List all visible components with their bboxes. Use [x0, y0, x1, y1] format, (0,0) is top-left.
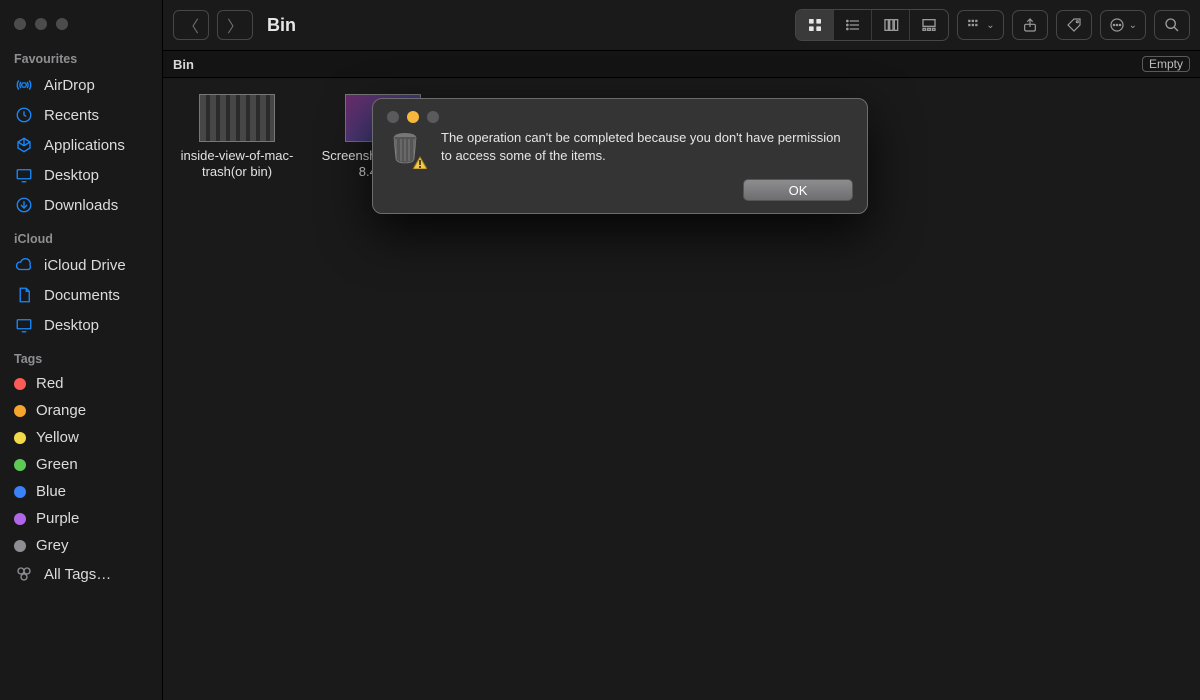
sidebar-item-label: All Tags… [44, 566, 111, 583]
sidebar-item-label: AirDrop [44, 77, 95, 94]
sidebar-tag-green[interactable]: Green [0, 451, 162, 478]
tag-dot-icon [14, 486, 26, 498]
chevron-down-icon: ⌄ [1129, 20, 1137, 31]
tag-dot-icon [14, 540, 26, 552]
share-button[interactable] [1012, 10, 1048, 40]
sidebar: Favourites AirDrop Recents Applications … [0, 0, 162, 700]
sidebar-item-label: Downloads [44, 197, 118, 214]
sidebar-item-label: Orange [36, 402, 86, 419]
favourites-header: Favourites [0, 40, 162, 70]
sidebar-tag-yellow[interactable]: Yellow [0, 424, 162, 451]
tag-dot-icon [14, 459, 26, 471]
ok-button[interactable]: OK [743, 179, 853, 201]
sidebar-item-label: Yellow [36, 429, 79, 446]
sidebar-item-desktop[interactable]: Desktop [0, 160, 162, 190]
tags-button[interactable] [1056, 10, 1092, 40]
desktop-icon [14, 315, 34, 335]
action-menu-button[interactable]: ⌄ [1100, 10, 1146, 40]
downloads-icon [14, 195, 34, 215]
dialog-body: The operation can't be completed because… [387, 129, 853, 169]
toolbar-right: ⌄ ⌄ [795, 9, 1190, 41]
file-item[interactable]: inside-view-of-mac-trash(or bin) [173, 94, 301, 181]
toolbar: 〈 〉 Bin ⌄ ⌄ [163, 0, 1200, 50]
column-view-button[interactable] [872, 10, 910, 40]
airdrop-icon [14, 75, 34, 95]
group-by-button[interactable]: ⌄ [957, 10, 1003, 40]
gallery-view-button[interactable] [910, 10, 948, 40]
minimize-window-button[interactable] [35, 18, 47, 30]
tag-dot-icon [14, 405, 26, 417]
chevron-down-icon: ⌄ [986, 20, 994, 31]
tags-header: Tags [0, 340, 162, 370]
tag-dot-icon [14, 513, 26, 525]
sidebar-item-label: Applications [44, 137, 125, 154]
forward-button[interactable]: 〉 [217, 10, 253, 40]
file-name: inside-view-of-mac-trash(or bin) [173, 148, 301, 181]
sidebar-item-label: Red [36, 375, 64, 392]
error-dialog: The operation can't be completed because… [372, 98, 868, 214]
path-bar: Bin Empty [163, 50, 1200, 78]
doc-icon [14, 285, 34, 305]
icon-view-button[interactable] [796, 10, 834, 40]
all-tags-icon [14, 564, 34, 584]
nav-buttons: 〈 〉 [173, 10, 253, 40]
sidebar-item-label: Documents [44, 287, 120, 304]
sidebar-item-downloads[interactable]: Downloads [0, 190, 162, 220]
desktop-icon [14, 165, 34, 185]
sidebar-item-airdrop[interactable]: AirDrop [0, 70, 162, 100]
sidebar-item-label: Blue [36, 483, 66, 500]
sidebar-item-icloud-desktop[interactable]: Desktop [0, 310, 162, 340]
sidebar-tag-orange[interactable]: Orange [0, 397, 162, 424]
window-controls [0, 8, 162, 40]
sidebar-item-icloud-drive[interactable]: iCloud Drive [0, 250, 162, 280]
trash-warning-icon [387, 129, 427, 169]
finder-window: Favourites AirDrop Recents Applications … [0, 0, 1200, 700]
sidebar-item-label: Grey [36, 537, 69, 554]
zoom-window-button[interactable] [56, 18, 68, 30]
sidebar-item-label: Desktop [44, 317, 99, 334]
sidebar-item-applications[interactable]: Applications [0, 130, 162, 160]
dialog-window-controls [387, 111, 853, 123]
sidebar-item-label: iCloud Drive [44, 257, 126, 274]
dialog-actions: OK [387, 179, 853, 201]
search-button[interactable] [1154, 10, 1190, 40]
sidebar-item-recents[interactable]: Recents [0, 100, 162, 130]
sidebar-item-documents[interactable]: Documents [0, 280, 162, 310]
sidebar-item-label: Purple [36, 510, 79, 527]
sidebar-item-label: Green [36, 456, 78, 473]
empty-bin-button[interactable]: Empty [1142, 56, 1190, 72]
close-window-button[interactable] [14, 18, 26, 30]
image-thumbnail [199, 94, 275, 142]
chevron-left-icon: 〈 [183, 13, 199, 37]
path-location: Bin [173, 57, 194, 72]
back-button[interactable]: 〈 [173, 10, 209, 40]
icloud-header: iCloud [0, 220, 162, 250]
sidebar-item-label: Desktop [44, 167, 99, 184]
list-view-button[interactable] [834, 10, 872, 40]
clock-icon [14, 105, 34, 125]
apps-icon [14, 135, 34, 155]
dialog-close-button[interactable] [387, 111, 399, 123]
tag-dot-icon [14, 432, 26, 444]
sidebar-tag-red[interactable]: Red [0, 370, 162, 397]
toolbar-left: 〈 〉 Bin [173, 10, 296, 40]
tag-dot-icon [14, 378, 26, 390]
dialog-message: The operation can't be completed because… [441, 129, 853, 169]
sidebar-tag-blue[interactable]: Blue [0, 478, 162, 505]
dialog-minimize-button[interactable] [407, 111, 419, 123]
sidebar-tag-grey[interactable]: Grey [0, 532, 162, 559]
sidebar-tag-purple[interactable]: Purple [0, 505, 162, 532]
view-switcher [795, 9, 949, 41]
dialog-zoom-button[interactable] [427, 111, 439, 123]
cloud-icon [14, 255, 34, 275]
sidebar-item-label: Recents [44, 107, 99, 124]
chevron-right-icon: 〉 [227, 13, 243, 37]
window-title: Bin [267, 15, 296, 36]
sidebar-item-all-tags[interactable]: All Tags… [0, 559, 162, 589]
